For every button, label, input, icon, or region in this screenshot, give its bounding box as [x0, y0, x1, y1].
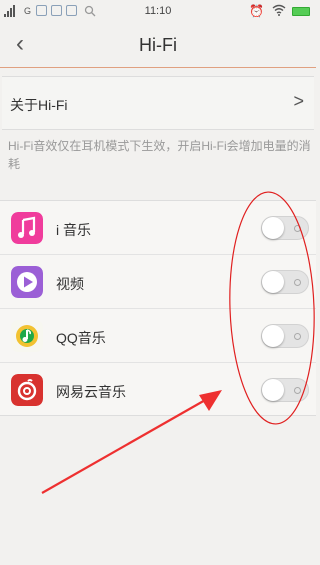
list-item: i 音乐	[0, 201, 316, 255]
list-item: 网易云音乐	[0, 363, 316, 417]
app-label: 视频	[56, 276, 84, 292]
chevron-right-icon: >	[293, 91, 304, 111]
app-label: QQ音乐	[56, 330, 106, 346]
toggle-knob	[262, 271, 284, 293]
toggle-knob	[262, 325, 284, 347]
status-bar: G 11:10 ⏰	[0, 0, 316, 22]
wifi-icon	[272, 4, 286, 16]
toggle-knob	[262, 379, 284, 401]
toggle-knob	[262, 217, 284, 239]
about-hifi-label: 关于Hi-Fi	[10, 97, 68, 113]
toggle-off-indicator	[294, 387, 301, 394]
list-item: 视频	[0, 255, 316, 309]
toggle-off-indicator	[294, 279, 301, 286]
battery-icon	[292, 7, 310, 16]
hifi-toggle-netease[interactable]	[261, 378, 309, 402]
status-time: 11:10	[144, 5, 172, 17]
toggle-off-indicator	[294, 225, 301, 232]
hifi-toggle-imusic[interactable]	[261, 216, 309, 240]
netease-music-icon	[11, 374, 43, 406]
hifi-description: Hi-Fi音效仅在耳机模式下生效，开启Hi-Fi会增加电量的消耗	[8, 139, 311, 171]
qq-music-icon	[11, 320, 43, 352]
alarm-clock-icon: ⏰	[249, 4, 264, 18]
list-item: QQ音乐	[0, 309, 316, 363]
app-label: 网易云音乐	[56, 384, 126, 400]
hifi-toggle-video[interactable]	[261, 270, 309, 294]
page-title: Hi-Fi	[139, 35, 177, 55]
hifi-toggle-qqmusic[interactable]	[261, 324, 309, 348]
toggle-off-indicator	[294, 333, 301, 340]
music-note-icon	[11, 212, 43, 244]
app-list: i 音乐 视频 QQ音乐 网易云音乐	[0, 200, 316, 416]
app-label: i 音乐	[56, 222, 91, 238]
about-hifi-row[interactable]: 关于Hi-Fi >	[2, 76, 314, 130]
play-icon	[11, 266, 43, 298]
header-bar: ‹ Hi-Fi	[0, 22, 316, 68]
